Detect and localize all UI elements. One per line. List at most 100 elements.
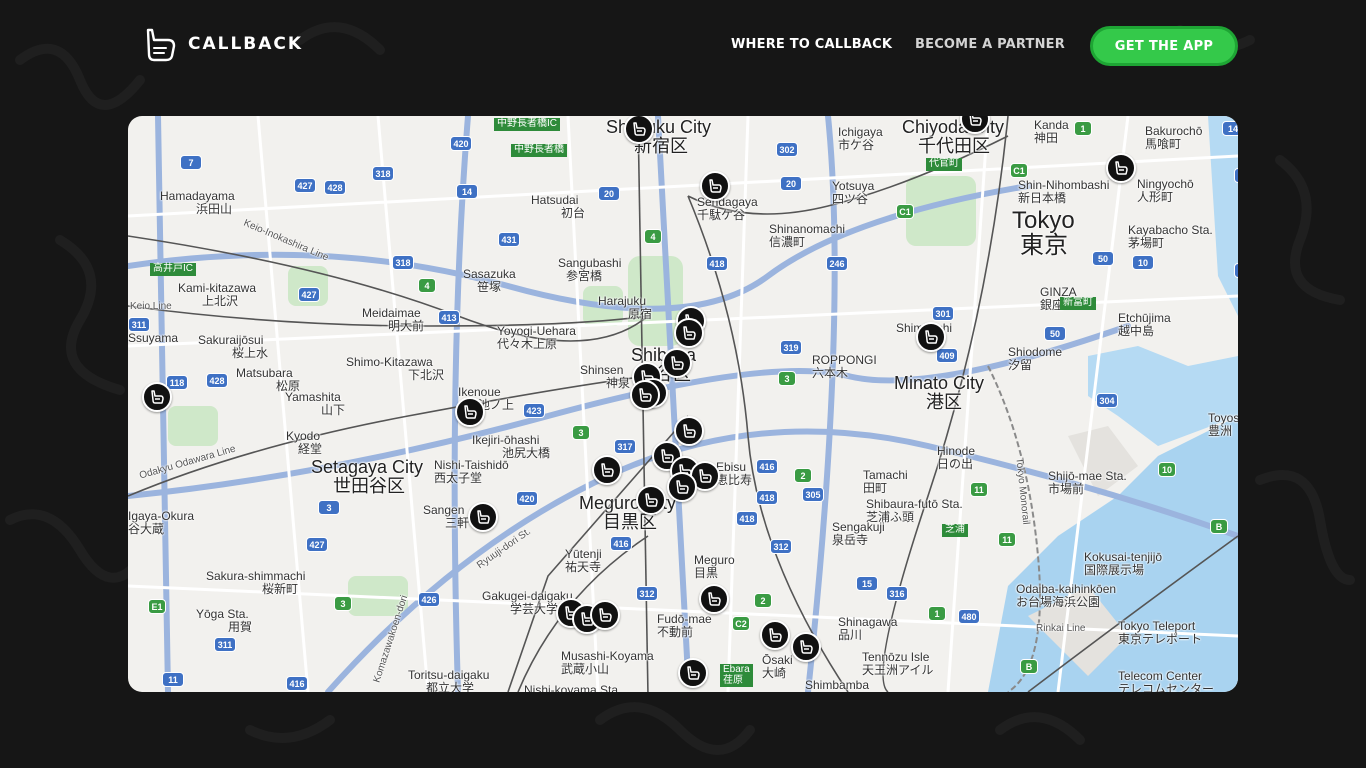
route-shield: 3 [778,371,796,386]
shaka-hand-icon [464,405,477,419]
route-shield: 427 [306,537,328,552]
route-shield: 416 [286,676,308,691]
shaka-hand-icon [633,122,646,136]
callback-location-marker[interactable] [636,485,666,515]
route-shield: 246 [826,256,848,271]
route-shield: 7 [180,155,202,170]
brand-logo[interactable]: CALLBACK [142,26,303,62]
station-label: Sangen 三軒 [423,503,470,530]
station-label: Toyosu豊洲 [1208,411,1238,438]
callback-location-marker[interactable] [590,600,620,630]
interchange-badge: 高井戸IC [150,263,196,276]
route-shield: 318 [392,255,414,270]
route-shield: 431 [498,232,520,247]
site-header: CALLBACK WHERE TO CALLBACK BECOME A PART… [0,0,1366,92]
partner-map[interactable]: Shinjuku City 新宿区 Chiyoda City 千代田区 Tokyo 東… [128,116,1238,692]
route-shield: C2 [732,616,750,631]
callback-location-marker[interactable] [630,380,660,410]
route-shield: 4 [644,229,662,244]
station-label: Shinagawa 品川 [838,615,898,642]
route-shield: 316 [886,586,908,601]
callback-location-marker[interactable] [455,397,485,427]
shaka-hand-icon [969,116,982,126]
route-shield: 1 [1074,121,1092,136]
station-label: Meguro 目黒 [694,553,735,580]
route-shield: 11 [970,482,988,497]
station-label: Sengakuji 泉岳寺 [832,520,885,547]
shaka-hand-icon [601,463,614,477]
route-shield: 420 [450,136,472,151]
route-shield: 11 [162,672,184,687]
route-shield: 11 [998,532,1016,547]
station-label: Shin-Nihombashi 新日本橋 [1018,178,1110,205]
callback-location-marker[interactable] [1106,153,1136,183]
shaka-hand-icon [671,356,684,370]
get-the-app-button[interactable]: GET THE APP [1090,26,1238,66]
station-label: Shijō-mae Sta. 市場前 [1048,469,1127,496]
shaka-hand-icon [925,330,938,344]
callback-location-marker[interactable] [678,658,708,688]
shaka-hand-icon [477,510,490,524]
route-shield: C1 [1010,163,1028,178]
station-label: Sendagaya 千駄ケ谷 [697,195,758,222]
route-shield: 3 [572,425,590,440]
callback-location-marker[interactable] [699,584,729,614]
station-label: Bakurochō 馬喰町 [1145,124,1203,151]
route-shield: 418 [756,490,778,505]
callback-location-marker[interactable] [667,472,697,502]
nav-where-to-callback[interactable]: WHERE TO CALLBACK [731,37,892,52]
station-label: Etchūjima 越中島 [1118,311,1171,338]
route-shield: E1 [148,599,166,614]
route-shield: 50 [1044,326,1066,341]
callback-location-marker[interactable] [142,382,172,412]
route-shield: 47 [1234,263,1238,278]
route-shield: 418 [706,256,728,271]
route-shield: 428 [324,180,346,195]
route-shield: 318 [372,166,394,181]
nav-become-partner[interactable]: BECOME A PARTNER [915,37,1065,52]
station-label: Shiodome 汐留 [1008,345,1063,372]
callback-location-marker[interactable] [674,318,704,348]
interchange-badge: Ebara 荏原 [720,664,753,687]
station-label: Ōsaki 大崎 [762,653,793,680]
route-shield: 50 [1092,251,1114,266]
callback-location-marker[interactable] [791,632,821,662]
station-label: Harajuku 原宿 [598,294,653,321]
callback-location-marker[interactable] [468,502,498,532]
city-label-tokyo: Tokyo 東京 [1012,207,1075,260]
station-label: Ikejiri-ōhashi 池尻大橋 [472,433,551,460]
station-label: Sangubashi 参宮橋 [558,256,622,283]
station-label: Tamachi 田町 [863,468,908,495]
station-label: Shinsen 神泉 [580,363,631,390]
route-shield: 304 [1096,393,1118,408]
route-shield: 480 [958,609,980,624]
shaka-hand-icon [769,628,782,642]
station-label: Hinode 日の出 [937,444,976,471]
shaka-hand-icon [800,640,813,654]
station-label: Sakura-shimmachi 桜新町 [206,569,306,596]
shaka-hand-icon [151,390,164,404]
station-label: Shinanomachi 信濃町 [769,222,846,249]
station-label: Kanda 神田 [1034,118,1069,145]
shaka-hand-icon [645,493,658,507]
route-shield: 3 [318,500,340,515]
station-label: Toritsu-daigaku 都立大学 [408,668,490,692]
callback-location-marker[interactable] [592,455,622,485]
callback-location-marker[interactable] [760,620,790,650]
route-shield: B [1020,659,1038,674]
route-shield: B [1210,519,1228,534]
shaka-hand-icon [1115,161,1128,175]
callback-location-marker[interactable] [700,171,730,201]
shaka-hand-icon [687,666,700,680]
city-label-shinjuku: Shinjuku City 新宿区 [606,117,712,156]
station-label: Kayabacho Sta. 茅場町 [1128,223,1213,250]
station-label: Shimo-Kitazawa 下北沢 [346,355,445,382]
callback-location-marker[interactable] [674,416,704,446]
route-shield: 1 [928,606,946,621]
station-label: Igaya-Okura 谷大蔵 [128,509,195,536]
callback-location-marker[interactable] [916,322,946,352]
callback-location-marker[interactable] [662,348,692,378]
city-label-minato: Minato City 港区 [894,373,985,412]
route-shield: 311 [214,637,236,652]
interchange-badge: 代官町 [926,158,962,171]
